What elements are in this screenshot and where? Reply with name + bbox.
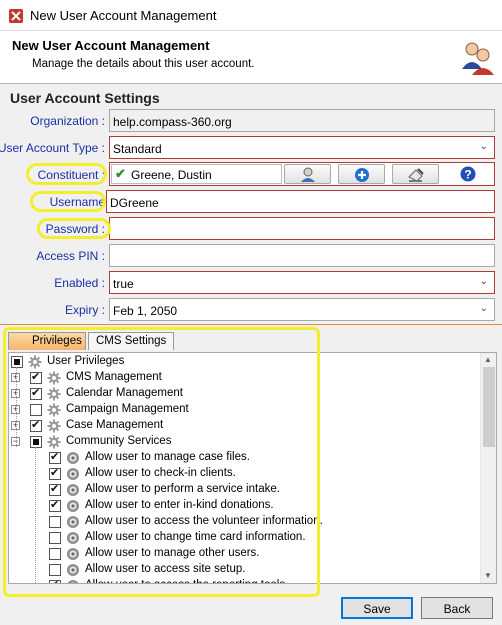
page-title: New User Account Management [12, 38, 210, 53]
expiry-label: Expiry : [64, 303, 105, 317]
select-constituent-button[interactable] [284, 164, 331, 184]
svg-text:?: ? [464, 168, 471, 182]
highlight-username [30, 191, 106, 212]
enabled-value: true [113, 277, 134, 291]
expiry-value: Feb 1, 2050 [113, 304, 178, 318]
constituent-field: ✔ Greene, Dustin ? [109, 162, 495, 186]
organization-label: Organization : [30, 114, 105, 128]
add-constituent-button[interactable] [338, 164, 385, 184]
edit-constituent-button[interactable] [392, 164, 439, 184]
scroll-up-icon[interactable]: ▲ [484, 355, 492, 364]
page-subtitle: Manage the details about this user accou… [32, 58, 255, 70]
highlight-constituent [26, 163, 107, 185]
access-pin-input[interactable] [109, 244, 495, 267]
password-input[interactable] [109, 217, 495, 240]
chevron-down-icon: ⌄ [479, 276, 488, 287]
account-type-select[interactable]: Standard ⌄ [109, 136, 495, 159]
save-button[interactable]: Save [341, 597, 413, 619]
constituent-name-box[interactable]: ✔ Greene, Dustin [111, 164, 282, 184]
organization-field: help.compass-360.org [109, 109, 495, 132]
enabled-label: Enabled : [54, 276, 105, 290]
expiry-select[interactable]: Feb 1, 2050 ⌄ [109, 298, 495, 321]
scrollbar-thumb[interactable] [483, 367, 495, 447]
plus-icon [355, 168, 369, 182]
access-pin-label: Access PIN : [36, 249, 105, 263]
help-icon[interactable]: ? [460, 166, 476, 182]
username-input[interactable]: DGreene [106, 190, 495, 213]
account-type-label: User Account Type : [0, 141, 105, 155]
section-title: User Account Settings [10, 90, 160, 106]
users-icon [462, 42, 494, 75]
scroll-down-icon[interactable]: ▼ [484, 571, 492, 580]
enabled-select[interactable]: true ⌄ [109, 271, 495, 294]
page-header: New User Account Management Manage the d… [0, 31, 502, 84]
person-icon [301, 167, 315, 182]
title-bar: New User Account Management [0, 0, 502, 31]
window-title: New User Account Management [30, 8, 217, 23]
back-button[interactable]: Back [421, 597, 493, 619]
app-icon [9, 9, 23, 23]
vertical-scrollbar[interactable]: ▲ ▼ [480, 353, 496, 583]
account-type-value: Standard [113, 142, 162, 156]
clear-icon [408, 168, 424, 182]
constituent-value: Greene, Dustin [131, 168, 212, 182]
chevron-down-icon: ⌄ [479, 303, 488, 314]
highlight-privileges [3, 327, 320, 597]
checkmark-icon: ✔ [115, 166, 126, 181]
highlight-password [37, 218, 111, 239]
chevron-down-icon: ⌄ [479, 141, 488, 152]
